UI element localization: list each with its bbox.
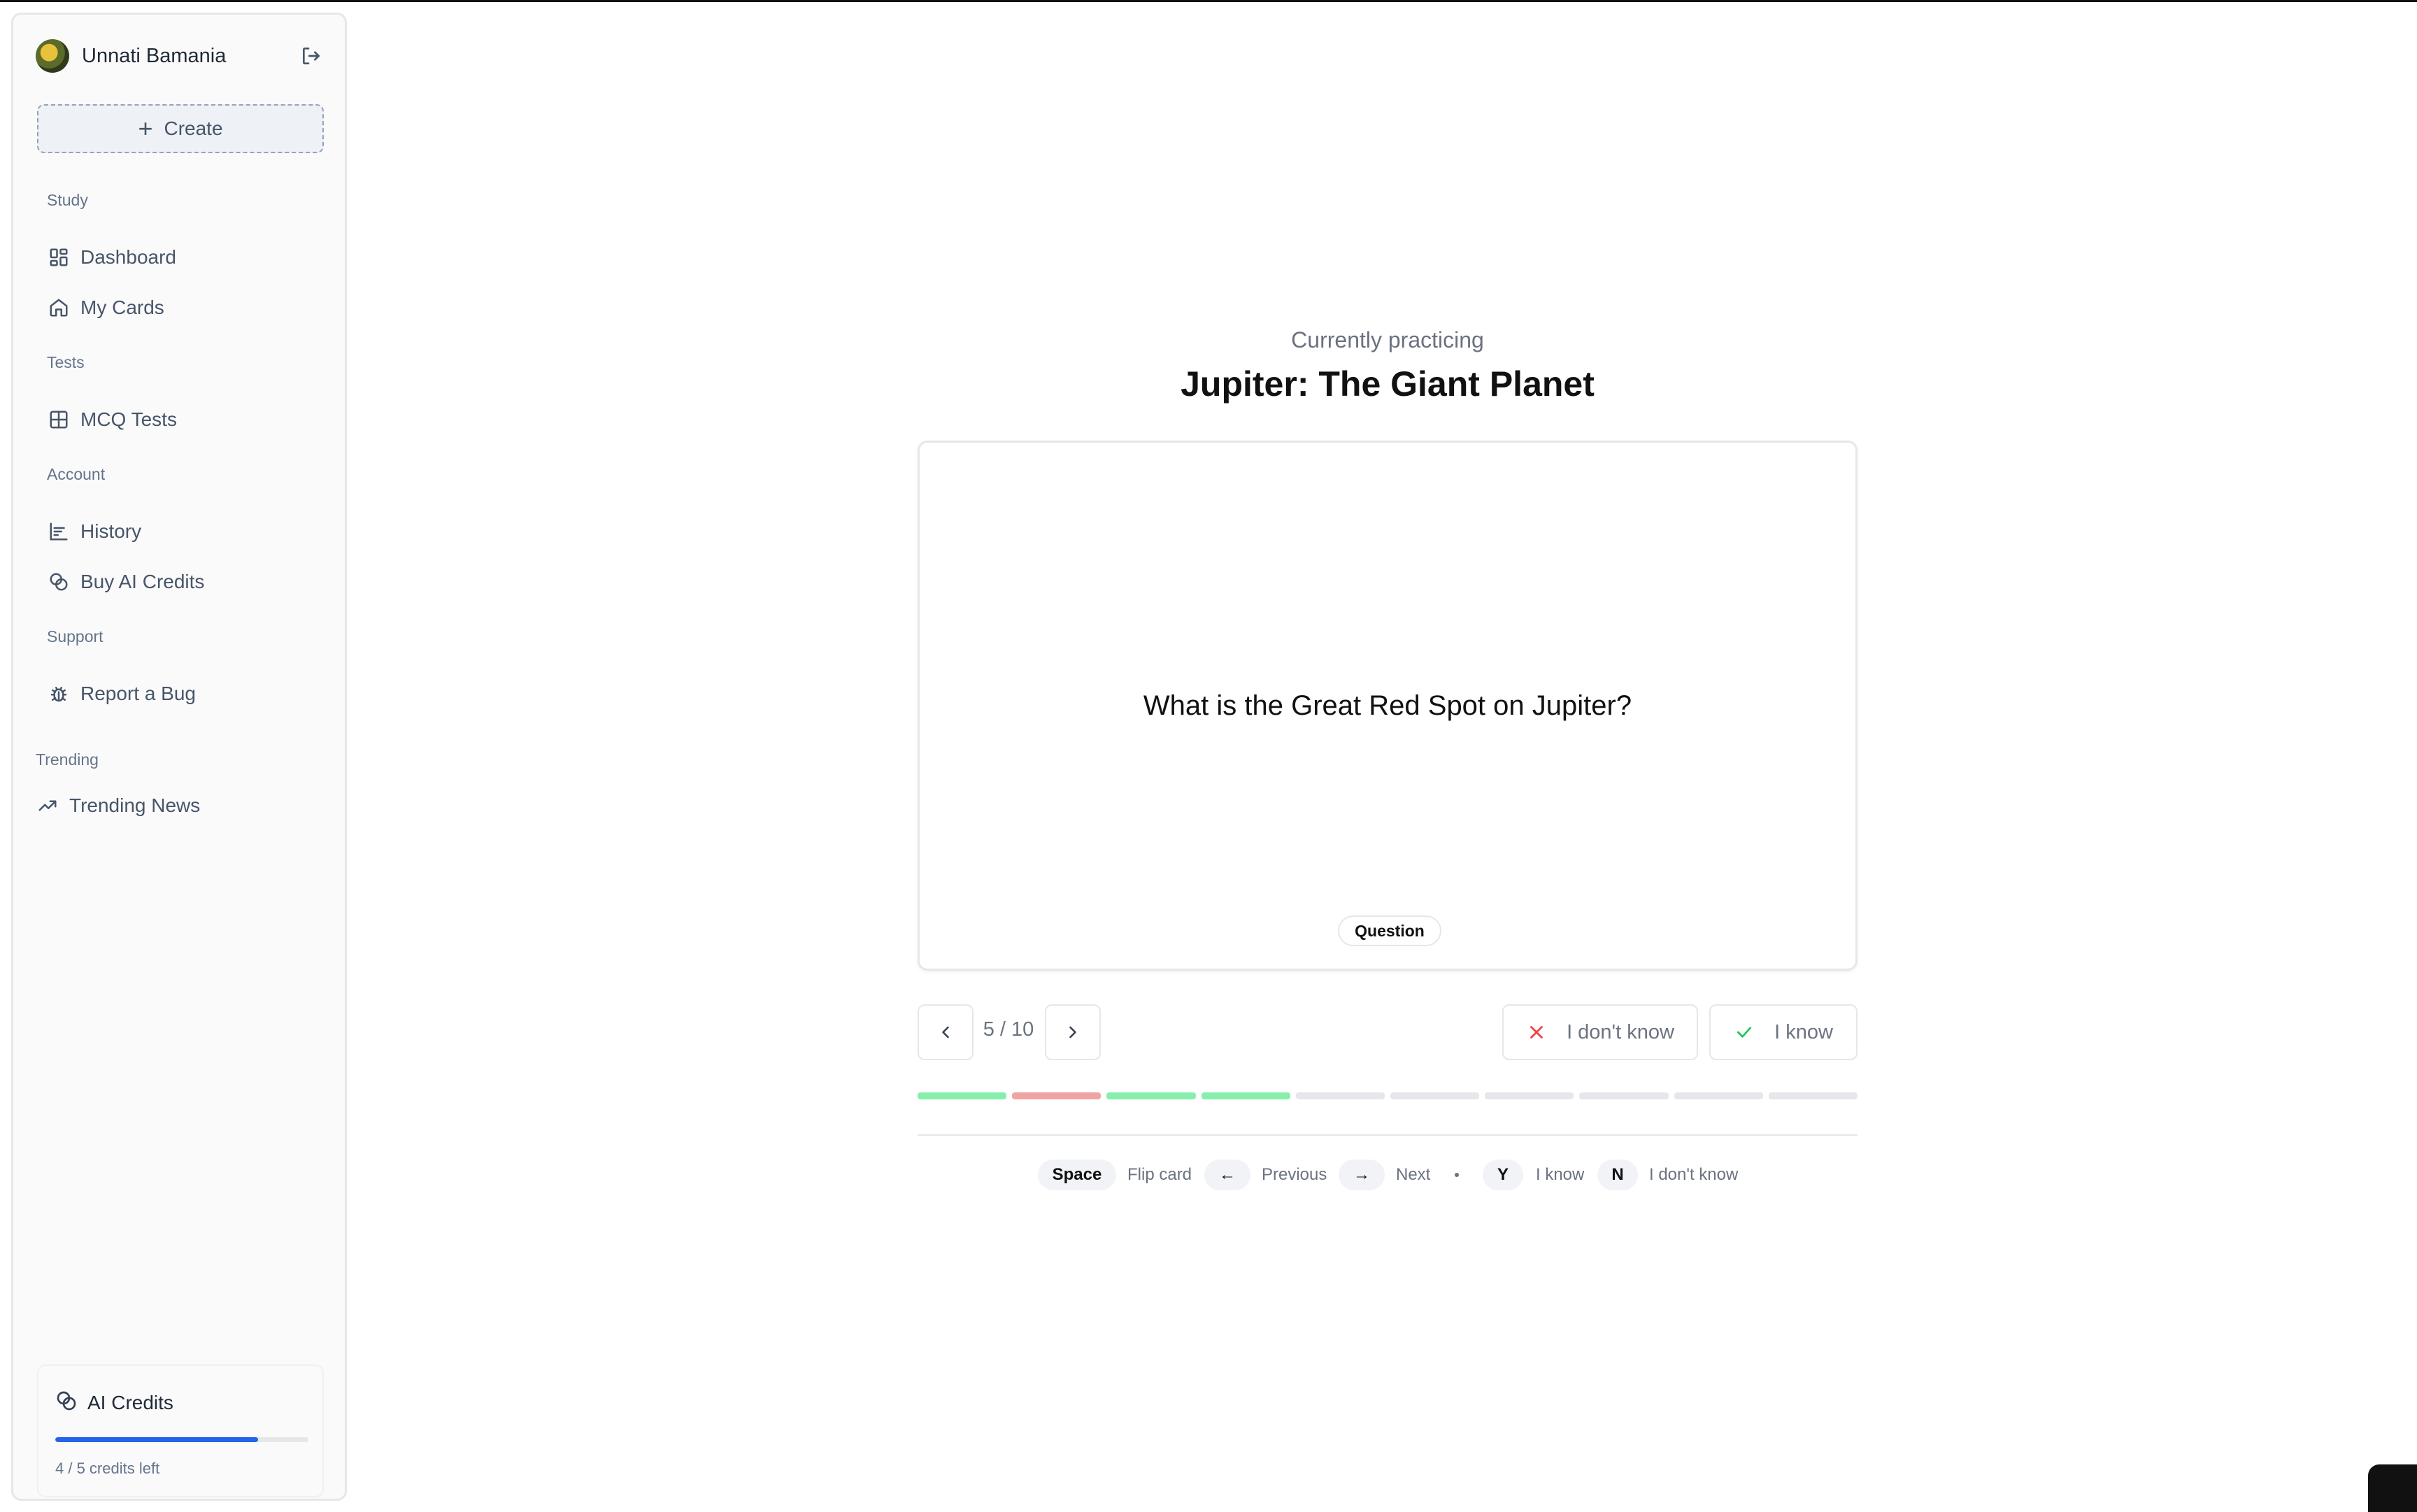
- next-card-button[interactable]: [1045, 1004, 1101, 1060]
- floating-widget-tab[interactable]: [2368, 1464, 2417, 1512]
- shortcut-key-space: Space: [1038, 1160, 1116, 1190]
- sidebar-item-label: Report a Bug: [80, 683, 196, 704]
- check-icon: [1737, 1027, 1752, 1038]
- sidebar-item-mcq-tests[interactable]: MCQ Tests: [47, 401, 177, 438]
- shortcut-hint-next: Next: [1396, 1165, 1431, 1184]
- practice-subtitle: Currently practicing: [1291, 327, 1484, 352]
- coins-icon: [47, 570, 71, 594]
- chevron-right-icon: [1069, 1026, 1076, 1039]
- shortcut-hint-flip: Flip card: [1127, 1165, 1192, 1184]
- section-label-account: Account: [47, 465, 106, 483]
- dont-know-button[interactable]: I don't know: [1502, 1004, 1698, 1060]
- sidebar-item-buy-ai-credits[interactable]: Buy AI Credits: [47, 563, 204, 601]
- table-icon: [47, 408, 71, 432]
- sidebar-item-label: Dashboard: [80, 246, 176, 268]
- progress-segment: [1579, 1092, 1669, 1099]
- chevron-left-icon: [942, 1026, 949, 1039]
- shortcut-hint-previous: Previous: [1262, 1165, 1327, 1184]
- window-top-edge: [0, 0, 2417, 2]
- create-label: Create: [164, 117, 223, 139]
- user-profile: Unnati Bamania: [36, 36, 325, 76]
- sidebar-item-my-cards[interactable]: My Cards: [47, 289, 164, 327]
- ai-credits-header: AI Credits: [55, 1390, 173, 1415]
- x-icon: [1530, 1026, 1543, 1039]
- ai-credits-card: AI Credits 4 / 5 credits left: [37, 1364, 324, 1497]
- previous-card-button[interactable]: [918, 1004, 974, 1060]
- flash-card[interactable]: What is the Great Red Spot on Jupiter? Q…: [918, 441, 1858, 971]
- sidebar-item-label: MCQ Tests: [80, 408, 177, 430]
- plus-icon: +: [138, 114, 153, 143]
- coins-icon: [55, 1390, 78, 1415]
- know-label: I know: [1774, 1020, 1833, 1043]
- sidebar-item-label: My Cards: [80, 297, 164, 318]
- card-side-badge: Question: [1338, 915, 1441, 946]
- progress-segment: [918, 1092, 1007, 1099]
- card-counter: 5 / 10: [983, 1018, 1034, 1041]
- know-button[interactable]: I know: [1709, 1004, 1858, 1060]
- section-label-tests: Tests: [47, 353, 85, 371]
- progress-segment: [1012, 1092, 1101, 1099]
- shortcut-hint-dont-know: I don't know: [1649, 1165, 1739, 1184]
- ai-credits-title: AI Credits: [87, 1391, 173, 1413]
- progress-segment: [1295, 1092, 1385, 1099]
- progress-segment: [1390, 1092, 1480, 1099]
- card-question: What is the Great Red Spot on Jupiter?: [1143, 690, 1632, 721]
- separator-dot: [1455, 1173, 1459, 1177]
- shortcut-key-n: N: [1597, 1160, 1638, 1190]
- section-label-support: Support: [47, 627, 104, 646]
- shortcut-hint-know: I know: [1536, 1165, 1585, 1184]
- ai-credits-progress-fill: [55, 1437, 258, 1442]
- progress-segment: [1485, 1092, 1574, 1099]
- section-label-study: Study: [47, 191, 88, 209]
- ai-credits-remaining: 4 / 5 credits left: [55, 1460, 160, 1477]
- progress-segment: [1768, 1092, 1858, 1099]
- user-name: Unnati Bamania: [82, 44, 227, 67]
- sidebar-item-trending-news[interactable]: Trending News: [36, 787, 200, 825]
- home-icon: [47, 296, 71, 320]
- bug-icon: [47, 682, 71, 706]
- sidebar-item-report-bug[interactable]: Report a Bug: [47, 675, 196, 713]
- sidebar-item-history[interactable]: History: [47, 513, 141, 550]
- sidebar: Unnati Bamania + Create Study Dashboard …: [11, 13, 347, 1501]
- progress-segment: [1201, 1092, 1290, 1099]
- divider: [918, 1134, 1858, 1136]
- shortcut-key-left: ←: [1204, 1160, 1250, 1190]
- layout-grid-icon: [47, 245, 71, 269]
- avatar[interactable]: [36, 39, 69, 73]
- sidebar-item-dashboard[interactable]: Dashboard: [47, 238, 176, 276]
- shortcut-key-right: →: [1339, 1160, 1385, 1190]
- logout-button[interactable]: [297, 42, 325, 70]
- trending-up-icon: [36, 794, 59, 818]
- sidebar-item-label: Buy AI Credits: [80, 571, 205, 592]
- sidebar-item-label: Trending News: [69, 794, 201, 816]
- progress-segment: [1106, 1092, 1196, 1099]
- progress-segment: [1674, 1092, 1763, 1099]
- ai-credits-progress: [55, 1437, 308, 1442]
- dont-know-label: I don't know: [1567, 1020, 1674, 1043]
- bar-chart-icon: [47, 520, 71, 543]
- shortcut-key-y: Y: [1483, 1160, 1523, 1190]
- sidebar-item-label: History: [80, 520, 142, 542]
- logout-icon: [303, 48, 320, 64]
- deck-title: Jupiter: The Giant Planet: [1181, 364, 1595, 404]
- section-label-trending: Trending: [36, 750, 99, 769]
- create-button[interactable]: + Create: [37, 104, 324, 153]
